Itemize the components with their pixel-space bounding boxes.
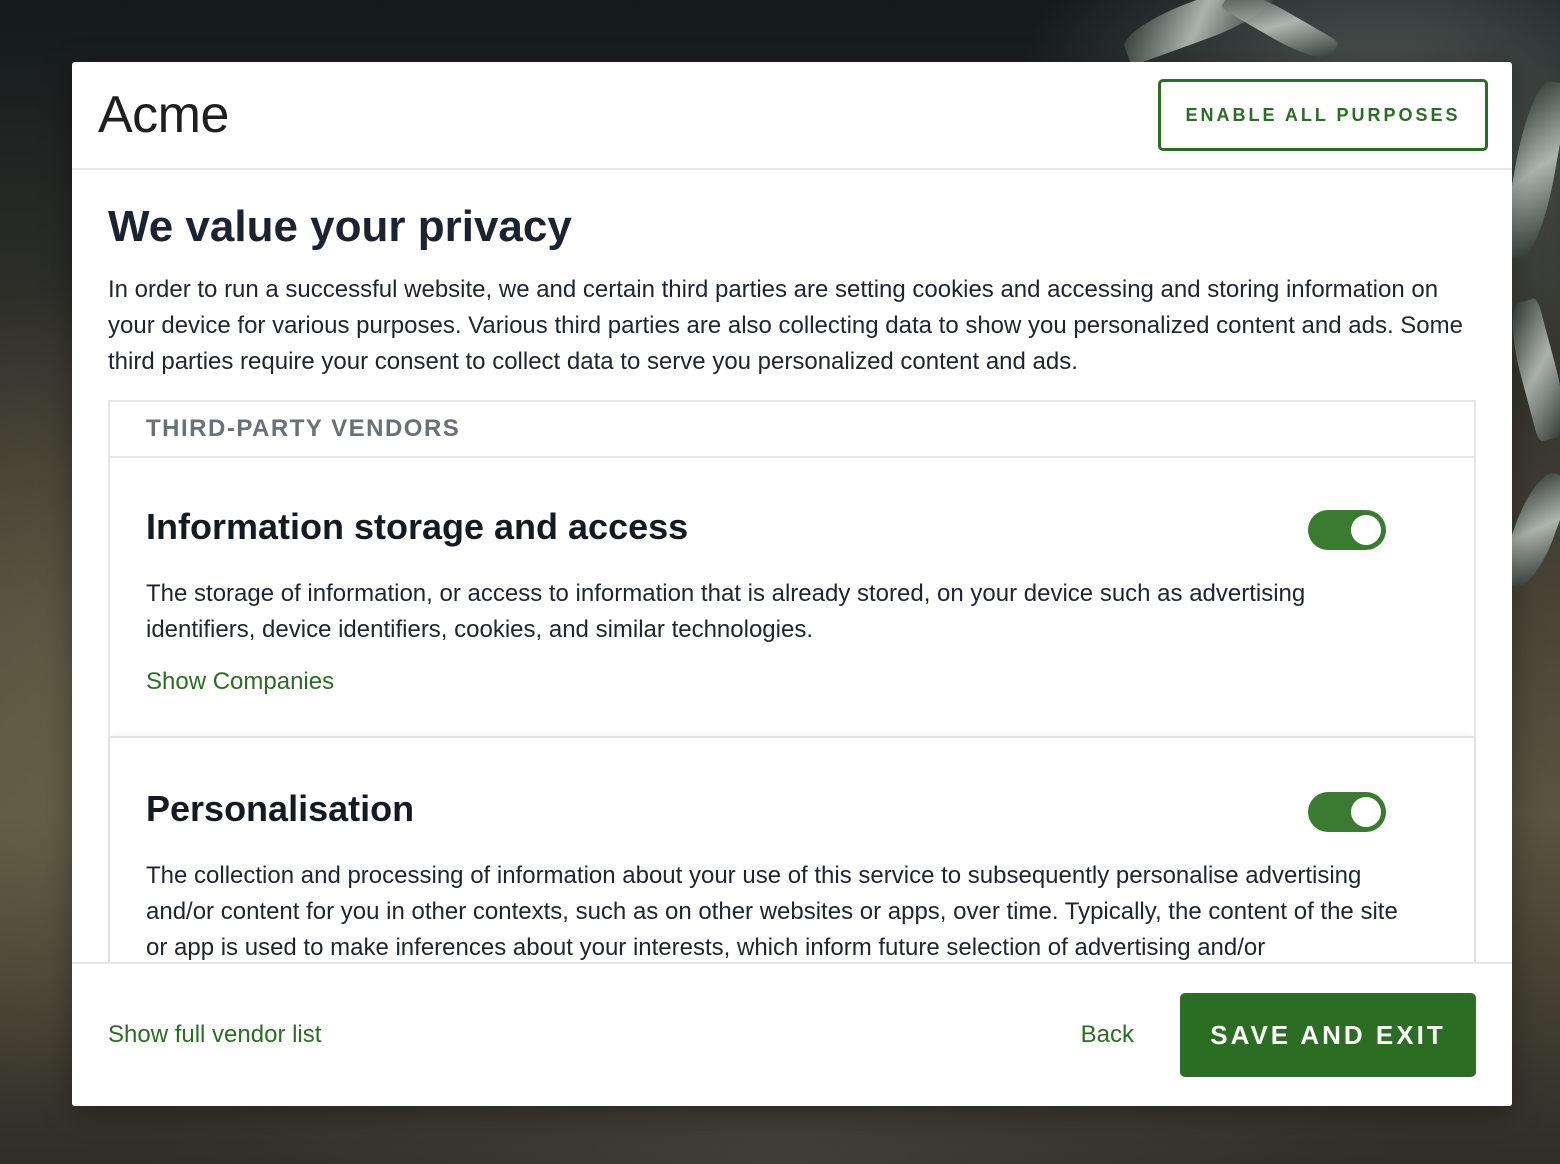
third-party-vendors-section: THIRD-PARTY VENDORS Information storage … xyxy=(108,400,1476,962)
section-heading: THIRD-PARTY VENDORS xyxy=(110,402,1474,458)
brand-logo: Acme xyxy=(98,86,229,144)
toggle-knob xyxy=(1351,797,1381,827)
page-title: We value your privacy xyxy=(108,202,572,251)
intro-text: In order to run a successful website, we… xyxy=(108,276,1463,375)
purpose-title: Information storage and access xyxy=(146,506,689,547)
purpose-toggle-storage[interactable] xyxy=(1308,510,1386,550)
dialog-footer: Show full vendor list Back SAVE AND EXIT xyxy=(72,962,1512,1106)
purpose-description: The storage of information, or access to… xyxy=(146,580,1306,643)
show-companies-link[interactable]: Show Companies xyxy=(146,668,334,696)
back-link[interactable]: Back xyxy=(1081,1021,1134,1049)
show-full-vendor-list-link[interactable]: Show full vendor list xyxy=(108,1021,321,1049)
purpose-description: The collection and processing of informa… xyxy=(146,862,1398,961)
enable-all-purposes-button[interactable]: ENABLE ALL PURPOSES xyxy=(1158,79,1488,151)
toggle-knob xyxy=(1351,515,1381,545)
dialog-header: Acme ENABLE ALL PURPOSES xyxy=(72,62,1512,170)
purpose-toggle-personalisation[interactable] xyxy=(1308,792,1386,832)
purpose-item: Personalisation The collection and proce… xyxy=(110,736,1474,962)
purpose-title: Personalisation xyxy=(146,788,415,829)
purpose-item: Information storage and access The stora… xyxy=(110,458,1474,736)
dialog-content[interactable]: We value your privacy In order to run a … xyxy=(72,170,1512,962)
save-and-exit-button[interactable]: SAVE AND EXIT xyxy=(1180,993,1476,1077)
consent-dialog: Acme ENABLE ALL PURPOSES We value your p… xyxy=(72,62,1512,1106)
